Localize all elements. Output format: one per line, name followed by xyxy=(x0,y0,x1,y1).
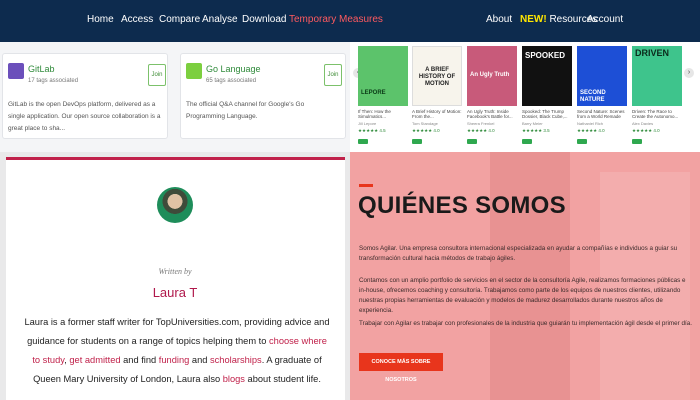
paragraph-intro: Somos Agilar. Una empresa consultora int… xyxy=(359,245,678,262)
book-cover[interactable]: SPOOKED xyxy=(522,46,572,106)
gitlab-logo-icon xyxy=(8,63,24,79)
nav-about[interactable]: About xyxy=(486,14,512,25)
book-badge xyxy=(577,139,587,144)
nav-access[interactable]: Access xyxy=(121,14,153,25)
book-cover-text: SPOOKED xyxy=(525,51,566,60)
written-by-label: Written by xyxy=(158,267,192,276)
quienes-somos-section: QUIÉNES SOMOS Somos Agilar. Una empresa … xyxy=(350,152,700,400)
book-author: Sheera Frenkel xyxy=(467,121,495,126)
tag-card-description: The official Q&A channel for Google's Go… xyxy=(186,101,305,120)
new-badge: NEW! xyxy=(520,14,547,25)
book-title[interactable]: If Then: How the Simulmatics... xyxy=(358,109,408,119)
book-title[interactable]: Driven: The Race to Create the Autonomo.… xyxy=(632,109,682,119)
join-button[interactable]: Join xyxy=(324,64,342,86)
link-funding[interactable]: funding xyxy=(159,355,190,365)
book-cover-text: An Ugly Truth xyxy=(470,72,510,78)
author-name[interactable]: Laura T xyxy=(0,285,350,300)
paragraph-services: Contamos con un amplio portfolio de serv… xyxy=(359,277,686,314)
book-author: Barry Meier xyxy=(522,121,543,126)
link-scholarships[interactable]: scholarships xyxy=(210,355,262,365)
link-get-admitted[interactable]: get admitted xyxy=(69,355,120,365)
book-author: Nathaniel Rich xyxy=(577,121,604,126)
book-rating: ★★★★★ 4.0 xyxy=(632,128,660,133)
tag-card-title[interactable]: Go Language xyxy=(206,64,261,74)
book-badge xyxy=(358,139,368,144)
book-title[interactable]: Second Nature: Scenes from a World Remad… xyxy=(577,109,627,119)
go-logo-icon xyxy=(186,63,202,79)
nav-account[interactable]: Account xyxy=(587,14,623,25)
book-cover-text: A BRIEF HISTORY OF MOTION xyxy=(418,67,456,87)
book-cover-text: DRIVEN xyxy=(635,48,670,58)
audiobook-carousel: ‹ › LEPORE If Then: How the Simulmatics.… xyxy=(350,42,700,152)
nav-analyse[interactable]: Analyse xyxy=(202,14,238,25)
tag-card-title[interactable]: GitLab xyxy=(28,64,55,74)
section-heading: QUIÉNES SOMOS xyxy=(358,192,566,219)
tag-card-count: 17 tags associated xyxy=(28,78,79,84)
paragraph-closing: Trabajar con Agilar es trabajar con prof… xyxy=(359,320,692,327)
join-button[interactable]: Join xyxy=(148,64,166,86)
tag-card-go-language[interactable]: Go Language 65 tags associated Join The … xyxy=(180,53,346,139)
tag-card-description: GitLab is the open DevOps platform, deli… xyxy=(8,101,161,132)
author-bio: Laura is a former staff writer for TopUn… xyxy=(22,313,332,389)
nav-temporary-measures[interactable]: Temporary Measures xyxy=(289,14,383,25)
book-badge xyxy=(412,139,422,144)
book-rating: ★★★★★ 4.0 xyxy=(467,128,495,133)
page-root: Home Access Compare Analyse Download Tem… xyxy=(0,0,700,400)
book-cover[interactable]: A BRIEF HISTORY OF MOTION xyxy=(412,46,462,106)
book-cover[interactable]: An Ugly Truth xyxy=(467,46,517,106)
book-cover[interactable]: LEPORE xyxy=(358,46,408,106)
top-navbar: Home Access Compare Analyse Download Tem… xyxy=(0,0,700,42)
carousel-next-icon[interactable]: › xyxy=(684,68,694,78)
accent-bar xyxy=(359,184,373,187)
tag-card-count: 65 tags associated xyxy=(206,78,257,84)
book-title[interactable]: A Brief History of Motion: From the... xyxy=(412,109,462,119)
tag-card-gitlab[interactable]: GitLab 17 tags associated Join GitLab is… xyxy=(2,53,168,139)
book-author: Alex Davies xyxy=(632,121,654,126)
book-cover[interactable]: SECOND NATURE xyxy=(577,46,627,106)
book-badge xyxy=(632,139,642,144)
nav-download[interactable]: Download xyxy=(242,14,286,25)
book-badge xyxy=(522,139,532,144)
book-badge xyxy=(467,139,477,144)
book-rating: ★★★★★ 4.5 xyxy=(358,128,386,133)
book-cover[interactable]: DRIVEN xyxy=(632,46,682,106)
book-rating: ★★★★★ 4.0 xyxy=(577,128,605,133)
book-rating: ★★★★★ 3.5 xyxy=(522,128,550,133)
bio-text: and xyxy=(189,355,210,365)
learn-more-button[interactable]: CONOCE MÁS SOBRE NOSOTROS xyxy=(359,353,443,383)
nav-resources[interactable]: NEW! Resources xyxy=(520,14,597,25)
bio-text: about student life. xyxy=(244,374,321,384)
book-cover-text: LEPORE xyxy=(361,90,386,96)
book-author: Jill Lepore xyxy=(358,121,377,126)
book-rating: ★★★★★ 4.0 xyxy=(412,128,440,133)
book-author: Tom Standage xyxy=(412,121,438,126)
book-title[interactable]: An Ugly Truth: Inside Facebook's Battle … xyxy=(467,109,517,119)
book-cover-text: SECOND NATURE xyxy=(580,90,606,103)
avatar xyxy=(157,187,193,223)
nav-compare[interactable]: Compare xyxy=(159,14,200,25)
nav-home[interactable]: Home xyxy=(87,14,114,25)
book-title[interactable]: Spooked: The Trump Dossier, Black Cube,.… xyxy=(522,109,572,119)
link-blogs[interactable]: blogs xyxy=(223,374,245,384)
bio-text: and find xyxy=(120,355,159,365)
